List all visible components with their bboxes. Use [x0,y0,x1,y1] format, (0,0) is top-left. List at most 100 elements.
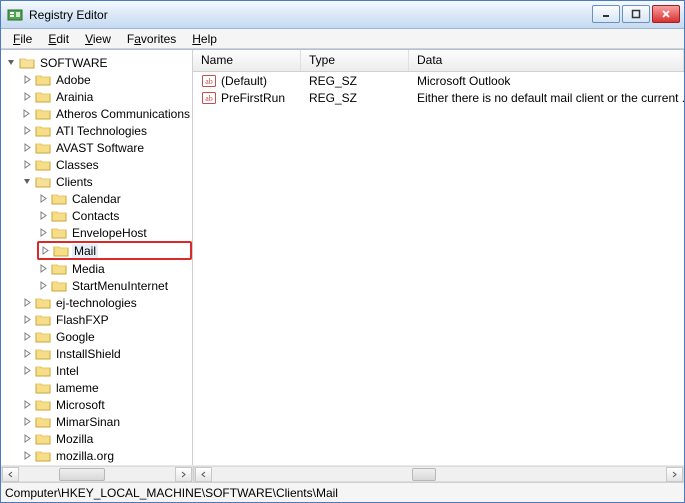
tree-node[interactable]: Mozilla [21,430,192,447]
folder-icon [35,313,51,327]
scroll-right-icon[interactable] [175,467,192,482]
expander-closed-icon[interactable] [37,227,49,239]
value-name-cell: ab PreFirstRun [193,90,301,106]
tree-node-label: Classes [54,158,101,172]
expander-closed-icon[interactable] [21,416,33,428]
expander-closed-icon[interactable] [21,91,33,103]
expander-closed-icon[interactable] [21,399,33,411]
tree-pane[interactable]: SOFTWARE Adobe Arainia Atheros Communica… [1,50,193,465]
tree-node[interactable]: FlashFXP [21,311,192,328]
tree-node[interactable]: Contacts [37,207,192,224]
menu-favorites[interactable]: Favorites [119,30,184,48]
tree-node[interactable]: Media [37,260,192,277]
expander-closed-icon[interactable] [21,297,33,309]
tree-node[interactable]: Classes [21,156,192,173]
tree-node-label: MimarSinan [54,415,122,429]
tree-node[interactable]: Atheros Communications [21,105,192,122]
tree-node[interactable]: MozillaPlugins [21,464,192,465]
tree-node-label: Adobe [54,73,93,87]
expander-closed-icon[interactable] [21,159,33,171]
tree-node[interactable]: Mail [37,241,192,260]
tree-node[interactable]: mozilla.org [21,447,192,464]
folder-icon [35,90,51,104]
value-data-cell: Microsoft Outlook [409,74,684,88]
expander-closed-icon[interactable] [37,280,49,292]
expander-closed-icon[interactable] [21,142,33,154]
tree-node[interactable]: lameme [21,379,192,396]
expander-closed-icon[interactable] [21,125,33,137]
regedit-icon [7,7,23,23]
close-button[interactable] [652,5,680,23]
tree-node[interactable]: Intel [21,362,192,379]
expander-closed-icon[interactable] [37,263,49,275]
tree-node[interactable]: Arainia [21,88,192,105]
maximize-button[interactable] [622,5,650,23]
expander-closed-icon[interactable] [21,365,33,377]
menu-edit[interactable]: Edit [40,30,77,48]
expander-open-icon[interactable] [5,57,17,69]
scroll-thumb[interactable] [59,468,105,481]
expander-closed-icon[interactable] [21,331,33,343]
folder-icon [35,364,51,378]
tree-node[interactable]: ej-technologies [21,294,192,311]
tree-node[interactable]: InstallShield [21,345,192,362]
folder-icon [35,415,51,429]
expander-closed-icon[interactable] [21,450,33,462]
tree-node[interactable]: EnvelopeHost [37,224,192,241]
value-type-cell: REG_SZ [301,74,409,88]
expander-closed-icon[interactable] [21,314,33,326]
tree-node[interactable]: Adobe [21,71,192,88]
scroll-right-icon[interactable] [666,467,683,482]
folder-icon [35,296,51,310]
list-row[interactable]: ab (Default) REG_SZMicrosoft Outlook [193,72,684,89]
column-header-data[interactable]: Data [409,50,684,71]
tree-node[interactable]: Microsoft [21,396,192,413]
menu-help[interactable]: Help [184,30,225,48]
string-value-icon: ab [201,90,217,106]
scroll-track[interactable] [212,468,666,481]
value-name: PreFirstRun [221,91,285,105]
folder-icon [35,347,51,361]
menu-file[interactable]: File [5,30,40,48]
tree-node[interactable]: AVAST Software [21,139,192,156]
status-bar: Computer\HKEY_LOCAL_MACHINE\SOFTWARE\Cli… [1,482,684,502]
tree-node[interactable]: Clients [21,173,192,190]
list-row[interactable]: abPreFirstRunREG_SZEither there is no de… [193,89,684,106]
tree-node[interactable]: Calendar [37,190,192,207]
folder-icon [35,107,51,121]
scroll-left-icon[interactable] [195,467,212,482]
list-body[interactable]: ab (Default) REG_SZMicrosoft Outlook ab PreF… [193,72,684,465]
tree-node[interactable]: ATI Technologies [21,122,192,139]
expander-open-icon[interactable] [21,176,33,188]
tree-node-label: FlashFXP [54,313,111,327]
registry-tree[interactable]: SOFTWARE Adobe Arainia Atheros Communica… [1,54,192,465]
scroll-thumb[interactable] [412,468,436,481]
tree-node-label: Calendar [70,192,123,206]
expander-closed-icon[interactable] [21,74,33,86]
expander-closed-icon[interactable] [21,108,33,120]
tree-node-label: Arainia [54,90,95,104]
value-name: (Default) [221,74,267,88]
tree-node-label: Intel [54,364,81,378]
expander-closed-icon[interactable] [21,348,33,360]
tree-node[interactable]: Google [21,328,192,345]
tree-node-label: Google [54,330,97,344]
tree-hscroll[interactable] [1,466,193,482]
tree-node[interactable]: StartMenuInternet [37,277,192,294]
list-hscroll[interactable] [194,466,684,482]
tree-node[interactable]: MimarSinan [21,413,192,430]
title-bar: Registry Editor [1,1,684,29]
tree-node-label: mozilla.org [54,449,116,463]
scroll-track[interactable] [19,468,175,481]
expander-closed-icon[interactable] [39,245,51,257]
tree-node[interactable]: SOFTWARE [5,54,192,71]
expander-closed-icon[interactable] [37,193,49,205]
expander-closed-icon[interactable] [21,433,33,445]
expander-closed-icon[interactable] [37,210,49,222]
string-value-icon: ab [201,73,217,89]
column-header-type[interactable]: Type [301,50,409,71]
column-header-name[interactable]: Name [193,50,301,71]
minimize-button[interactable] [592,5,620,23]
scroll-left-icon[interactable] [2,467,19,482]
menu-view[interactable]: View [77,30,119,48]
